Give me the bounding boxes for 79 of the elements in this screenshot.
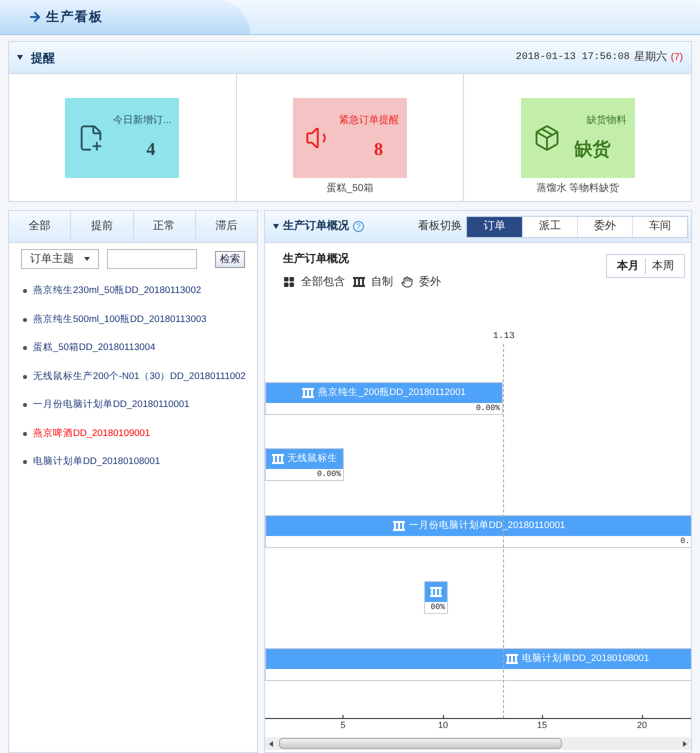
- order-link[interactable]: 无线鼠标生产200个-N01（30）DD_20180111002: [33, 370, 246, 384]
- filter-tab[interactable]: 全部: [9, 211, 70, 242]
- filter-tab[interactable]: 提前: [70, 211, 132, 242]
- order-link[interactable]: 燕京纯生230ml_50瓶DD_20180113002: [33, 284, 202, 298]
- bar-label: 燕京纯生_200瓶DD_20180112001: [318, 386, 466, 400]
- scroll-thumb[interactable]: [279, 738, 562, 749]
- grid-icon: [283, 276, 295, 288]
- percent-text: 0.00%: [476, 404, 500, 412]
- tile-label: 紧急订单提醒: [339, 114, 399, 128]
- filter-tab[interactable]: 正常: [132, 211, 195, 242]
- legend-label: 委外: [419, 274, 441, 290]
- gantt-bar[interactable]: 00%: [424, 581, 448, 614]
- tick-label: 15: [537, 721, 547, 730]
- board-tab[interactable]: 订单: [467, 216, 522, 236]
- bullet-icon: [23, 289, 27, 294]
- order-link[interactable]: 一月份电脑计划单DD_20180110001: [33, 398, 190, 412]
- page-title: 生产看板: [46, 8, 104, 26]
- weekday: 星期六: [634, 50, 667, 66]
- date-marker: 1.13: [493, 330, 515, 343]
- gantt-bar[interactable]: 一月份电脑计划单DD_20180110001 0.: [265, 515, 691, 548]
- collapse-icon[interactable]: [17, 55, 23, 60]
- panel-title: 生产订单概况: [283, 218, 349, 234]
- tile-value: 8: [374, 138, 383, 161]
- dropdown-caret-icon: [84, 257, 90, 261]
- scroll-right-icon[interactable]: [683, 740, 687, 746]
- hand-icon: [401, 276, 413, 288]
- gantt-bar[interactable]: 燕京纯生_200瓶DD_20180112001 0.00%: [265, 382, 503, 415]
- bullet-icon: [23, 346, 27, 350]
- reminder-tile[interactable]: 缺货物料 缺货: [520, 98, 635, 178]
- date-time: 2018-01-13 17:56:08: [516, 51, 630, 65]
- chart-title: 生产订单概况: [283, 252, 350, 267]
- bullet-icon: [23, 403, 27, 408]
- tile-value: 缺货: [574, 138, 611, 161]
- stall-icon: [506, 654, 518, 664]
- search-button[interactable]: 检索: [215, 250, 245, 268]
- bar-label: 无线鼠标生: [288, 452, 338, 466]
- tile-caption: 蒸馏水 等物料缺货: [536, 182, 620, 196]
- scrollbar[interactable]: [265, 737, 691, 750]
- search-field[interactable]: [107, 249, 197, 269]
- tick-label: 20: [637, 721, 647, 730]
- percent-text: 00%: [430, 604, 445, 612]
- box-icon: [532, 124, 561, 152]
- tick-label: 5: [340, 721, 346, 730]
- range-tab[interactable]: 本月: [611, 258, 645, 274]
- bullet-icon: [23, 374, 27, 379]
- panel-title: 提醒: [31, 50, 55, 66]
- bullet-icon: [23, 432, 27, 436]
- tile-value: 4: [146, 138, 156, 161]
- tile-caption: 蛋糕_50箱: [326, 182, 374, 196]
- scroll-left-icon[interactable]: [269, 740, 273, 746]
- filter-tab[interactable]: 滞后: [194, 211, 257, 242]
- stall-icon: [272, 454, 284, 464]
- order-link[interactable]: 燕京啤酒DD_20180109001: [33, 426, 150, 441]
- percent-text: 0.: [680, 538, 690, 546]
- legend-label: 自制: [371, 274, 393, 290]
- stall-icon: [430, 587, 442, 597]
- reminder-tile[interactable]: 今日新增订... 4: [65, 98, 180, 178]
- topic-dropdown[interactable]: 订单主题: [21, 249, 99, 269]
- tick-label: 10: [438, 721, 448, 730]
- week-number: (7): [670, 51, 683, 65]
- tile-label: 缺货物料: [586, 114, 627, 128]
- order-link[interactable]: 蛋糕_50箱DD_20180113004: [33, 341, 156, 356]
- collapse-icon[interactable]: [273, 224, 279, 229]
- range-tab[interactable]: 本周: [645, 258, 680, 274]
- switch-label: 看板切换: [418, 219, 462, 234]
- order-link[interactable]: 电脑计划单DD_20180108001: [33, 455, 160, 470]
- bar-label: 电脑计划单DD_20180108001: [522, 652, 650, 666]
- gantt-bar[interactable]: 无线鼠标生 0.00%: [265, 448, 344, 481]
- tile-label: 今日新增订...: [112, 114, 172, 128]
- order-link[interactable]: 燕京纯生500ml_100瓶DD_20180113003: [33, 312, 206, 327]
- stall-icon: [392, 521, 405, 531]
- stall-icon: [302, 388, 314, 398]
- bullet-icon: [23, 460, 27, 464]
- legend-label: 全部包含: [301, 274, 345, 290]
- stall-icon: [353, 276, 365, 287]
- arrow-right-icon: [28, 10, 42, 24]
- bullet-icon: [23, 318, 27, 322]
- percent-text: 0.00%: [316, 470, 341, 478]
- bar-label: 一月份电脑计划单DD_20180110001: [408, 518, 566, 533]
